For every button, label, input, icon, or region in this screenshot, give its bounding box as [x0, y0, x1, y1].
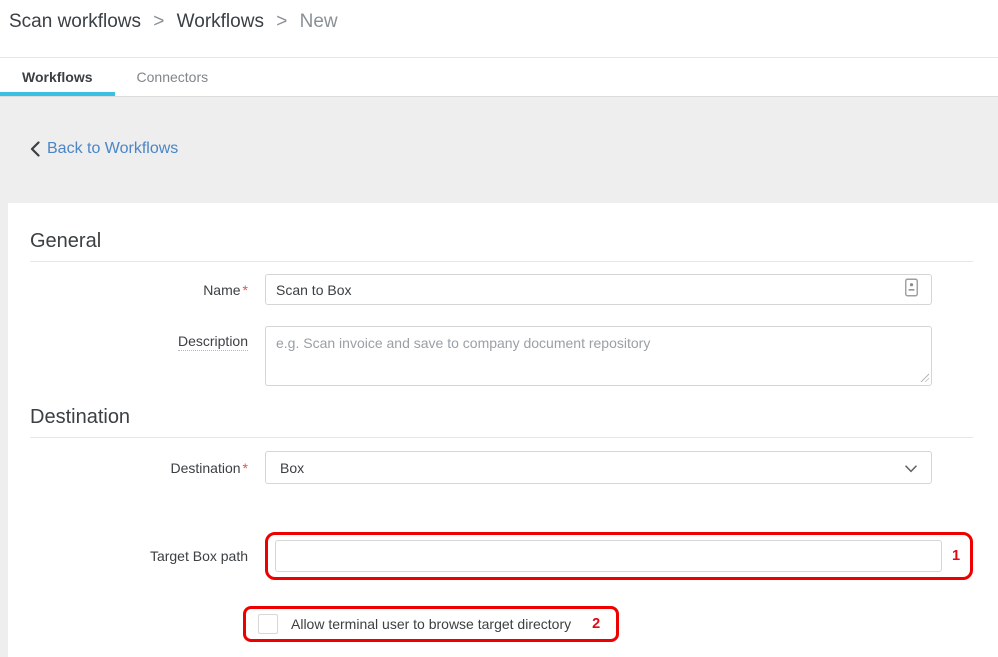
back-to-workflows-link[interactable]: Back to Workflows: [30, 97, 178, 158]
name-label: Name*: [30, 282, 248, 298]
workflow-form-card: General Name* Description: [8, 203, 998, 657]
breadcrumb: Scan workflows > Workflows > New: [0, 0, 998, 57]
name-input[interactable]: [265, 274, 932, 305]
annotation-number-1: 1: [952, 548, 960, 564]
required-asterisk: *: [243, 282, 248, 298]
name-row: Name*: [30, 274, 973, 305]
general-section-divider: [30, 261, 973, 262]
chevron-left-icon: [30, 141, 40, 157]
breadcrumb-scan-workflows[interactable]: Scan workflows: [9, 11, 141, 32]
browse-directory-checkbox-label[interactable]: Allow terminal user to browse target dir…: [291, 616, 571, 632]
page-body: Back to Workflows General Name*: [0, 97, 998, 657]
description-textarea[interactable]: [265, 326, 932, 386]
tab-connectors[interactable]: Connectors: [115, 58, 231, 96]
target-path-input[interactable]: [275, 540, 942, 572]
description-row: Description: [30, 326, 973, 386]
destination-section-title: Destination: [30, 405, 973, 429]
breadcrumb-workflows[interactable]: Workflows: [177, 11, 264, 32]
destination-label: Destination*: [30, 460, 248, 476]
breadcrumb-separator-icon: >: [153, 11, 164, 32]
target-path-row: Target Box path 1: [30, 532, 973, 580]
breadcrumb-new: New: [300, 11, 338, 32]
general-section-title: General: [30, 229, 973, 253]
name-field-wrap: [265, 274, 932, 305]
tab-workflows[interactable]: Workflows: [0, 58, 115, 96]
destination-row: Destination* Box: [30, 451, 973, 484]
chevron-down-icon: [905, 460, 917, 476]
destination-select[interactable]: Box: [265, 451, 932, 484]
tab-bar: Workflows Connectors: [0, 57, 998, 97]
annotation-box-1: 1: [265, 532, 973, 580]
target-path-label: Target Box path: [30, 548, 248, 564]
destination-select-value: Box: [280, 460, 304, 476]
annotation-number-2: 2: [592, 616, 600, 632]
description-field-wrap: [265, 326, 932, 386]
destination-section-divider: [30, 437, 973, 438]
annotation-box-2: Allow terminal user to browse target dir…: [243, 606, 619, 642]
breadcrumb-separator-icon: >: [276, 11, 287, 32]
browse-directory-checkbox[interactable]: [258, 614, 278, 634]
back-link-label: Back to Workflows: [47, 140, 178, 158]
required-asterisk: *: [243, 460, 248, 476]
description-label: Description: [30, 333, 248, 386]
